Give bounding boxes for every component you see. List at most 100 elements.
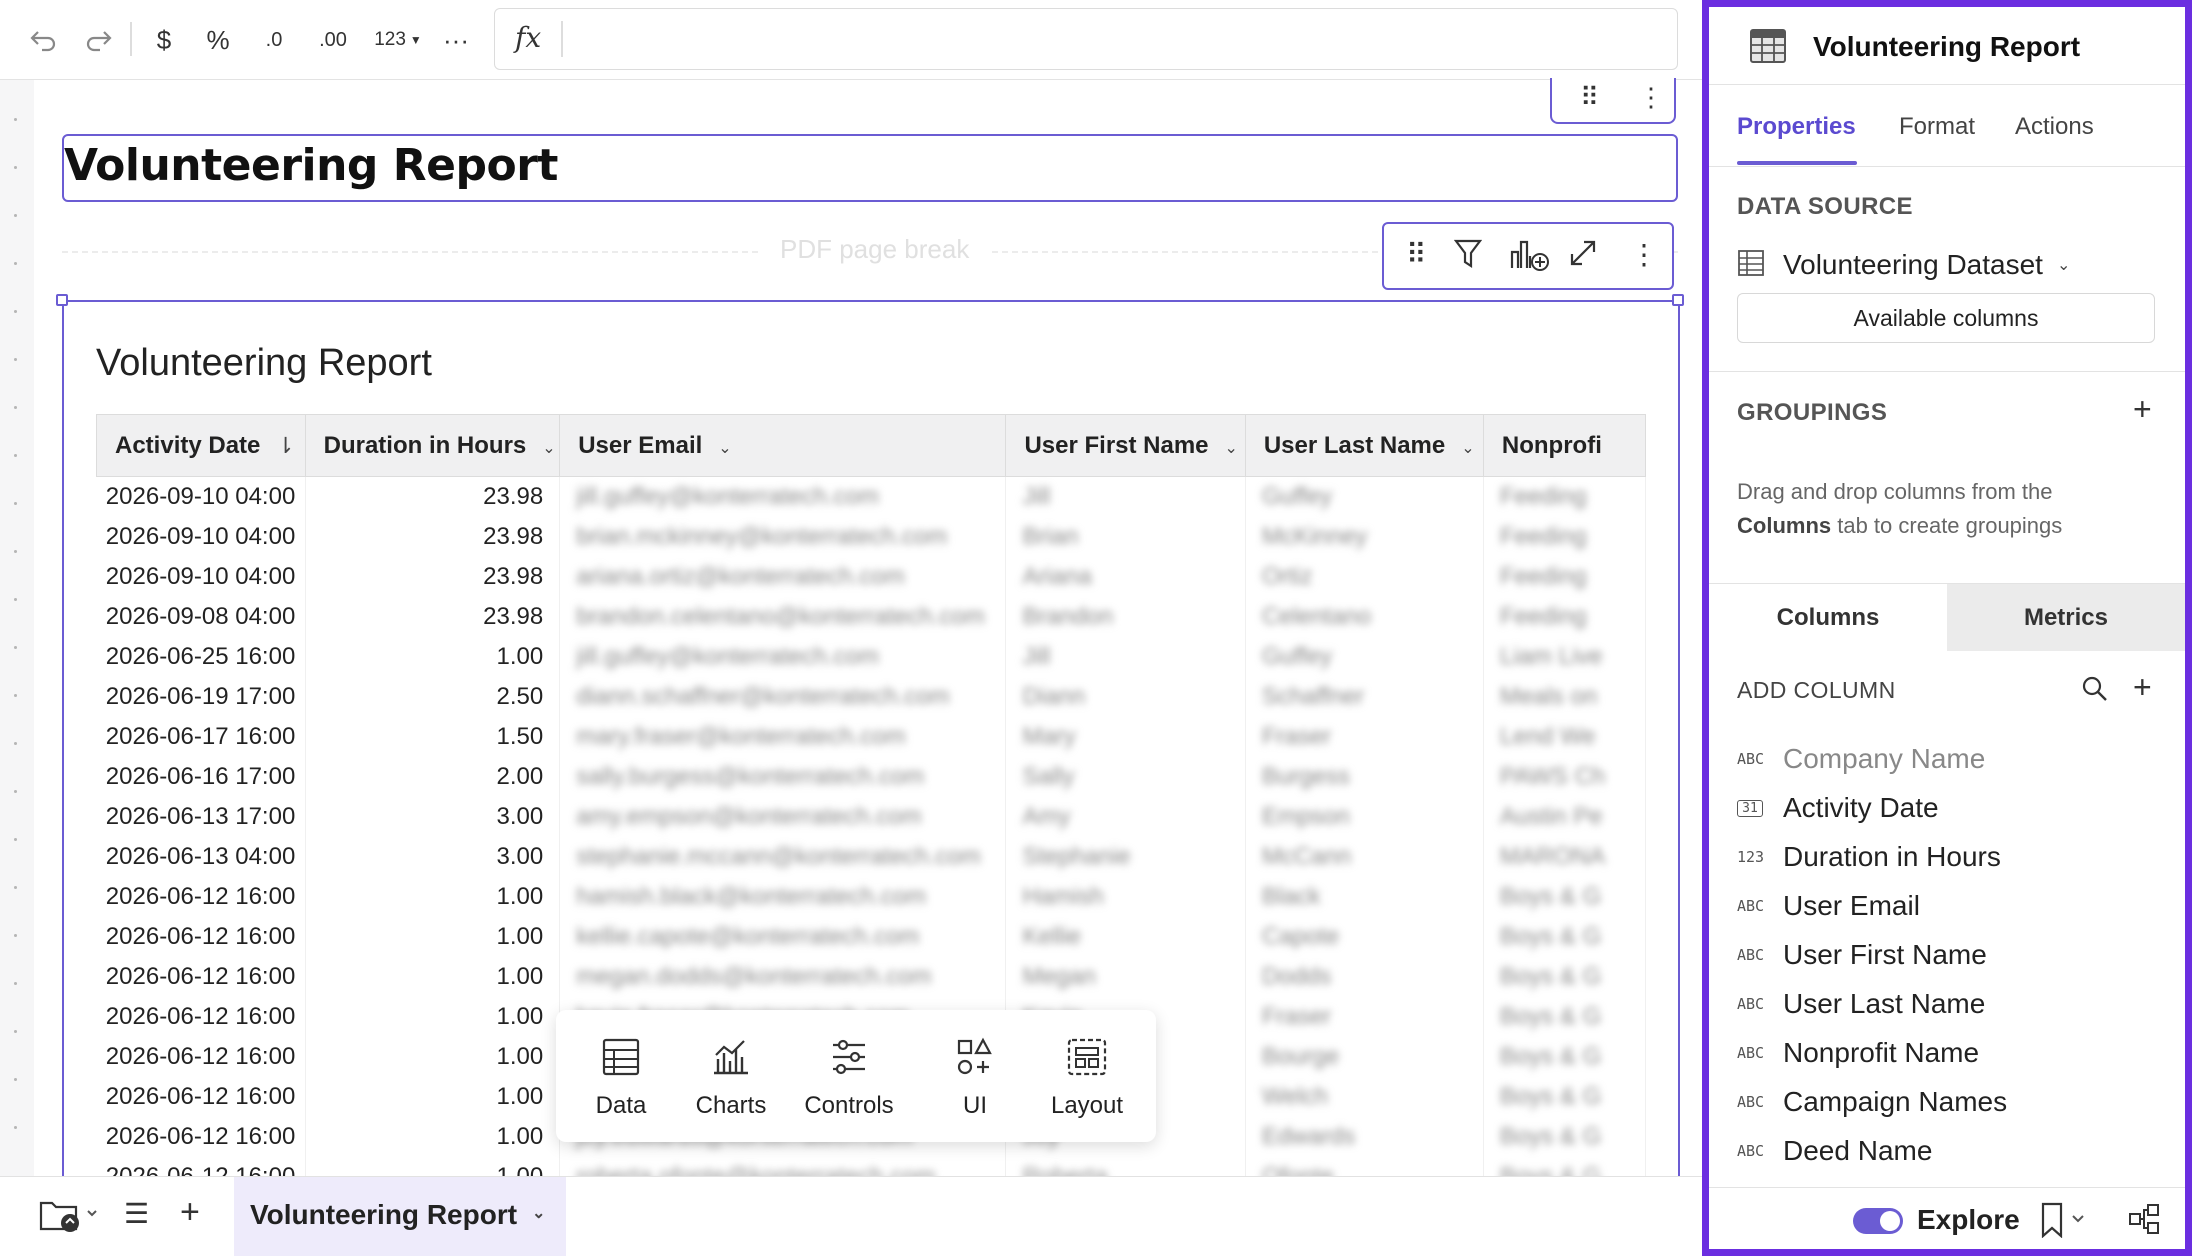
cell-redacted[interactable]: Boys & G [1483,1076,1646,1117]
cell-redacted[interactable]: Feeding [1483,596,1646,637]
cell-duration[interactable]: 23.98 [305,556,561,597]
cell-redacted[interactable]: McCann [1245,836,1484,877]
tab-format[interactable]: Format [1899,113,1975,141]
data-source-select[interactable]: Volunteering Dataset ⌄ [1737,245,2070,285]
undo-icon[interactable] [22,16,64,64]
drag-handle-icon[interactable]: ⠿ [1580,82,1599,113]
tab-columns[interactable]: Columns [1709,583,1947,651]
cell-activity-date[interactable]: 2026-06-12 16:00 [96,1116,306,1157]
cell-duration[interactable]: 23.98 [305,596,561,637]
cell-redacted[interactable]: Guffey [1245,476,1484,517]
cell-redacted[interactable]: Brian [1005,516,1246,557]
cell-redacted[interactable]: Feeding [1483,556,1646,597]
cell-redacted[interactable]: Celentano [1245,596,1484,637]
cell-redacted[interactable]: Mary [1005,716,1246,757]
column-item[interactable]: ABC User Email [1737,886,1920,926]
available-columns-button[interactable]: Available columns [1737,293,2155,343]
cell-redacted[interactable]: Ortiz [1245,556,1484,597]
cell-activity-date[interactable]: 2026-06-13 04:00 [96,836,306,877]
cell-redacted[interactable]: brandon.celentano@konterratech.com [559,596,1007,637]
tab-metrics[interactable]: Metrics [1947,583,2185,651]
cell-duration[interactable]: 1.00 [305,876,561,917]
column-header-activity-date[interactable]: Activity Date ⇂ [96,414,306,477]
cell-activity-date[interactable]: 2026-06-25 16:00 [96,636,306,677]
cell-duration[interactable]: 1.00 [305,1076,561,1117]
cell-redacted[interactable]: kellie.capote@konterratech.com [559,916,1007,957]
cell-redacted[interactable]: diann.schaffner@konterratech.com [559,676,1007,717]
column-item[interactable]: 31 Activity Date [1737,788,1939,828]
cell-activity-date[interactable]: 2026-06-12 16:00 [96,1076,306,1117]
decrease-decimals-button[interactable]: .0 [256,16,292,64]
expand-icon[interactable] [1568,238,1598,275]
add-grouping-icon[interactable]: + [2133,391,2152,428]
insert-ui-button[interactable]: UI [920,1034,1030,1120]
cell-redacted[interactable]: PAWS Ch [1483,756,1646,797]
cell-redacted[interactable]: Welch [1245,1076,1484,1117]
cell-duration[interactable]: 1.00 [305,956,561,997]
column-header-nonprofit[interactable]: Nonprofi [1483,414,1646,477]
tab-properties[interactable]: Properties [1737,113,1856,141]
cell-redacted[interactable]: Boys & G [1483,996,1646,1037]
column-item[interactable]: ABC Company Name [1737,739,1985,779]
chevron-down-icon[interactable]: ⌄ [1225,440,1238,457]
bookmark-icon[interactable] [2039,1202,2089,1243]
cell-activity-date[interactable]: 2026-06-12 16:00 [96,916,306,957]
cell-redacted[interactable]: stephanie.mccann@konterratech.com [559,836,1007,877]
list-icon[interactable]: ☰ [124,1197,149,1230]
cell-redacted[interactable]: Meals on [1483,676,1646,717]
cell-redacted[interactable]: Edwards [1245,1116,1484,1157]
column-item[interactable]: 123 Duration in Hours [1737,837,2001,877]
cell-redacted[interactable]: Roberta [1005,1156,1246,1176]
tab-volunteering-report[interactable]: Volunteering Report ⌄ [234,1177,566,1256]
drag-handle-icon[interactable]: ⠿ [1406,238,1427,271]
cell-redacted[interactable]: Jill [1005,636,1246,677]
cell-redacted[interactable]: sally.burgess@konterratech.com [559,756,1007,797]
search-icon[interactable] [2081,675,2109,708]
formula-bar[interactable]: fx [494,8,1678,70]
cell-duration[interactable]: 1.00 [305,1036,561,1077]
cell-activity-date[interactable]: 2026-06-17 16:00 [96,716,306,757]
insert-controls-button[interactable]: Controls [794,1034,904,1120]
cell-redacted[interactable]: Fraser [1245,716,1484,757]
add-column-icon[interactable]: + [2133,669,2152,706]
cell-redacted[interactable]: Lend We [1483,716,1646,757]
cell-redacted[interactable]: Megan [1005,956,1246,997]
cell-redacted[interactable]: hamish.black@konterratech.com [559,876,1007,917]
cell-redacted[interactable]: Feeding [1483,476,1646,517]
more-vertical-icon[interactable]: ⋮ [1630,238,1658,271]
tab-actions[interactable]: Actions [2015,113,2094,141]
cell-redacted[interactable]: Black [1245,876,1484,917]
cell-duration[interactable]: 3.00 [305,796,561,837]
chevron-down-icon[interactable]: ⌄ [718,440,731,457]
cell-duration[interactable]: 1.50 [305,716,561,757]
cell-duration[interactable]: 2.00 [305,756,561,797]
percent-format-button[interactable]: % [200,16,236,64]
chevron-down-icon[interactable]: ⌄ [1461,440,1474,457]
cell-redacted[interactable]: brian.mckinney@konterratech.com [559,516,1007,557]
cell-redacted[interactable]: jill.guffey@konterratech.com [559,476,1007,517]
column-item[interactable]: ABC User First Name [1737,935,1987,975]
cell-duration[interactable]: 1.00 [305,1156,561,1176]
insert-charts-button[interactable]: Charts [676,1034,786,1120]
cell-redacted[interactable]: Dodds [1245,956,1484,997]
cell-redacted[interactable]: Boys & G [1483,1036,1646,1077]
column-item[interactable]: ABC Deed Name [1737,1131,1932,1171]
more-options-button[interactable]: ··· [438,16,474,64]
cell-redacted[interactable]: Capote [1245,916,1484,957]
cell-activity-date[interactable]: 2026-06-12 16:00 [96,1156,306,1176]
cell-redacted[interactable]: Sally [1005,756,1246,797]
cell-redacted[interactable]: Austin Pe [1483,796,1646,837]
more-vertical-icon[interactable]: ⋮ [1638,82,1664,113]
cell-redacted[interactable]: Hamish [1005,876,1246,917]
resize-handle[interactable] [56,294,68,306]
cell-redacted[interactable]: amy.empson@konterratech.com [559,796,1007,837]
currency-format-button[interactable]: $ [146,16,182,64]
chevron-down-icon[interactable]: ⌄ [532,1203,545,1223]
cell-redacted[interactable]: jill.guffey@konterratech.com [559,636,1007,677]
cell-duration[interactable]: 23.98 [305,516,561,557]
cell-redacted[interactable]: Stephanie [1005,836,1246,877]
redo-icon[interactable] [78,16,120,64]
increase-decimals-button[interactable]: .00 [310,16,356,64]
column-header-user-first-name[interactable]: User First Name ⌄ [1005,414,1246,477]
number-format-dropdown[interactable]: 123 ▼ [368,16,428,64]
